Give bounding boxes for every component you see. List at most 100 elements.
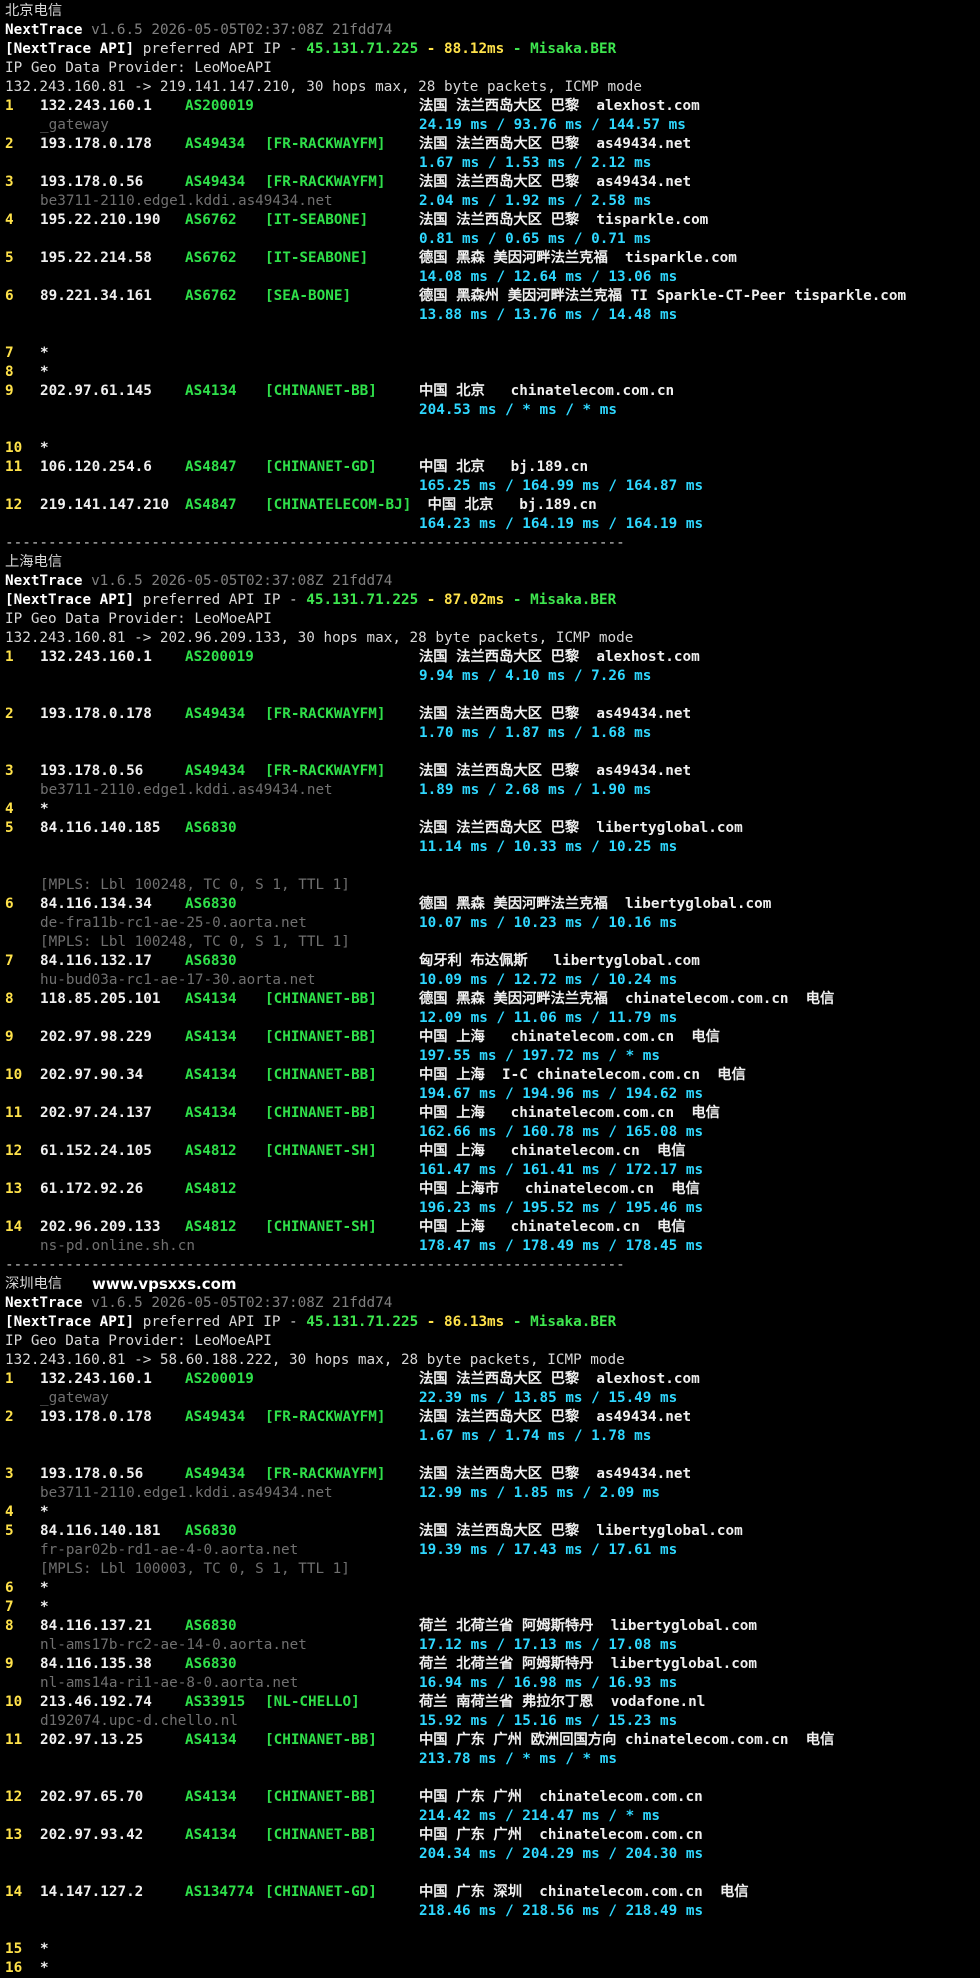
hop-latency-row: ns-pd.online.sh.cn 178.47 ms / 178.49 ms … (5, 1237, 980, 1256)
hop-latency: 10.07 ms / 10.23 ms / 10.16 ms (419, 915, 678, 931)
hop-geo: 中国 上海市 chinatelecom.cn 电信 (419, 1181, 700, 1197)
hop-latency: 204.53 ms / * ms / * ms (419, 402, 617, 418)
hop-mpls: [MPLS: Lbl 100248, TC 0, S 1, TTL 1] (40, 934, 350, 950)
hop-row: 12 219.141.147.210 AS4847 [CHINATELECOM-BJ]… (5, 496, 980, 515)
hop-latency: 0.81 ms / 0.65 ms / 0.71 ms (419, 231, 652, 247)
hop-asn: AS200019 (185, 1371, 254, 1387)
hop-ip: 195.22.210.190 (40, 212, 161, 228)
hop-geo: 中国 广东 广州 欧洲回国方向 chinatelecom.com.cn 电信 (419, 1732, 835, 1748)
hop-ip: 202.97.13.25 (40, 1732, 144, 1748)
hop-ip: 132.243.160.1 (40, 1371, 152, 1387)
hop-row: 3 193.178.0.56 AS49434 [FR-RACKWAYFM] 法国 法兰西… (5, 173, 980, 192)
hop-asn: AS4812 (185, 1181, 237, 1197)
hop-number: 13 (5, 1181, 23, 1197)
hop-as-tag: [FR-RACKWAYFM] (265, 136, 386, 152)
hop-asn: AS33915 (185, 1694, 246, 1710)
api-ip: 45.131.71.225 (306, 41, 419, 57)
hop-row: 13 202.97.93.42 AS4134 [CHINANET-BB] 中国 广东 广… (5, 1826, 980, 1845)
hop-as-tag: [CHINATELECOM-BJ] (265, 497, 412, 513)
hop-geo: 法国 法兰西岛大区 巴黎 alexhost.com (419, 649, 700, 665)
hop-latency-row: de-fra11b-rc1-ae-25-0.aorta.net 10.07 ms … (5, 914, 980, 933)
hop-timeout: * (40, 345, 49, 361)
hop-asn: AS200019 (185, 98, 254, 114)
hop-number: 4 (5, 212, 14, 228)
hop-row: 8 * (5, 363, 980, 382)
hop-latency-row: fr-par02b-rd1-ae-4-0.aorta.net 19.39 ms /… (5, 1541, 980, 1560)
hop-geo: 法国 法兰西岛大区 巴黎 as49434.net (419, 1466, 692, 1482)
hop-as-tag: [IT-SEABONE] (265, 212, 369, 228)
hop-asn: AS49434 (185, 1409, 246, 1425)
tool-name: NextTrace (5, 573, 83, 589)
hop-timeout: * (40, 801, 49, 817)
hop-geo: 中国 广东 广州 chinatelecom.com.cn (419, 1827, 703, 1843)
hop-as-tag: [CHINANET-GD] (265, 459, 377, 475)
hop-geo: 中国 上海 chinatelecom.com.cn 电信 (419, 1105, 720, 1121)
hop-asn: AS6830 (185, 1618, 237, 1634)
hop-asn: AS6830 (185, 820, 237, 836)
api-line: [NextTrace API] preferred API IP - 45.13… (5, 40, 980, 59)
hop-latency: 1.89 ms / 2.68 ms / 1.90 ms (419, 782, 652, 798)
hop-mpls-row: [MPLS: Lbl 100248, TC 0, S 1, TTL 1] (5, 933, 980, 952)
hop-row: 7 84.116.132.17 AS6830 匈牙利 布达佩斯 libertyglob… (5, 952, 980, 971)
nexttrace-version-line: NextTrace v1.6.5 2026-05-05T02:37:08Z 21… (5, 572, 980, 591)
hop-number: 4 (5, 1504, 14, 1520)
hop-geo: 匈牙利 布达佩斯 libertyglobal.com (419, 953, 700, 969)
hop-as-tag: [CHINANET-BB] (265, 1732, 377, 1748)
route-line: 132.243.160.81 -> 58.60.188.222, 30 hops… (5, 1351, 980, 1370)
hop-latency: 12.99 ms / 1.85 ms / 2.09 ms (419, 1485, 661, 1501)
hop-geo: 法国 法兰西岛大区 巴黎 as49434.net (419, 1409, 692, 1425)
api-dash: - (504, 41, 531, 57)
hop-latency-row: 161.47 ms / 161.41 ms / 172.17 ms (5, 1161, 980, 1180)
hop-latency: 12.09 ms / 11.06 ms / 11.79 ms (419, 1010, 678, 1026)
hop-geo: 德国 黑森 美因河畔法兰克福 chinatelecom.com.cn 电信 (419, 991, 835, 1007)
hop-latency: 1.67 ms / 1.74 ms / 1.78 ms (419, 1428, 652, 1444)
hop-geo: 中国 广东 广州 chinatelecom.com.cn (419, 1789, 703, 1805)
hop-geo: 法国 法兰西岛大区 巴黎 as49434.net (419, 136, 692, 152)
hop-latency-row: nl-ams17b-rc2-ae-14-0.aorta.net 17.12 ms … (5, 1636, 980, 1655)
hop-row: 1 132.243.160.1 AS200019 法国 法兰西岛大区 巴黎 alexh… (5, 1370, 980, 1389)
hop-latency: 218.46 ms / 218.56 ms / 218.49 ms (419, 1903, 704, 1919)
hop-number: 3 (5, 763, 14, 779)
hop-timeout: * (40, 1504, 49, 1520)
hop-ip: 84.116.140.185 (40, 820, 161, 836)
hop-number: 5 (5, 1523, 14, 1539)
hop-latency-row: 164.23 ms / 164.19 ms / 164.19 ms (5, 515, 980, 534)
hop-as-tag: [FR-RACKWAYFM] (265, 706, 386, 722)
hop-ip: 202.97.90.34 (40, 1067, 144, 1083)
hop-latency: 2.04 ms / 1.92 ms / 2.58 ms (419, 193, 652, 209)
separator-text: ----------------------------------------… (5, 1257, 625, 1273)
hop-ip: 89.221.34.161 (40, 288, 152, 304)
api-dash: - (418, 1314, 445, 1330)
hop-latency-row: 214.42 ms / 214.47 ms / * ms (5, 1807, 980, 1826)
hop-row: 9 84.116.135.38 AS6830 荷兰 北荷兰省 阿姆斯特丹 libert… (5, 1655, 980, 1674)
hop-ip: 61.152.24.105 (40, 1143, 152, 1159)
api-line: [NextTrace API] preferred API IP - 45.13… (5, 1313, 980, 1332)
api-dash: - (418, 592, 445, 608)
hop-ip: 132.243.160.1 (40, 649, 152, 665)
section-title: 北京电信 (5, 2, 980, 21)
hop-geo: 德国 黑森 美因河畔法兰克福 tisparkle.com (419, 250, 737, 266)
hop-hostname: hu-bud03a-rc1-ae-17-30.aorta.net (40, 972, 316, 988)
hop-timeout: * (40, 1580, 49, 1596)
hop-geo: 中国 北京 bj.189.cn (419, 497, 597, 513)
hop-row: 10 * (5, 439, 980, 458)
hop-latency: 16.94 ms / 16.98 ms / 16.93 ms (419, 1675, 678, 1691)
api-text: preferred API IP - (134, 41, 307, 57)
hop-number: 2 (5, 706, 14, 722)
hop-latency: 19.39 ms / 17.43 ms / 17.61 ms (419, 1542, 678, 1558)
hop-row: 10 213.46.192.74 AS33915 [NL-CHELLO] 荷兰 南荷兰省… (5, 1693, 980, 1712)
hop-asn: AS4134 (185, 1105, 237, 1121)
hop-row: 5 84.116.140.185 AS6830 法国 法兰西岛大区 巴黎 libert… (5, 819, 980, 838)
hop-latency: 214.42 ms / 214.47 ms / * ms (419, 1808, 661, 1824)
hop-row: 9 202.97.98.229 AS4134 [CHINANET-BB] 中国 上海 c… (5, 1028, 980, 1047)
hop-number: 6 (5, 288, 14, 304)
hop-number: 14 (5, 1884, 23, 1900)
hop-ip: 106.120.254.6 (40, 459, 152, 475)
section-title-text: 深圳电信 (5, 1276, 63, 1292)
separator-line: ----------------------------------------… (5, 1256, 980, 1275)
hop-asn: AS49434 (185, 136, 246, 152)
hop-number: 12 (5, 1789, 23, 1805)
hop-latency-row: 1.67 ms / 1.74 ms / 1.78 ms (5, 1427, 980, 1446)
